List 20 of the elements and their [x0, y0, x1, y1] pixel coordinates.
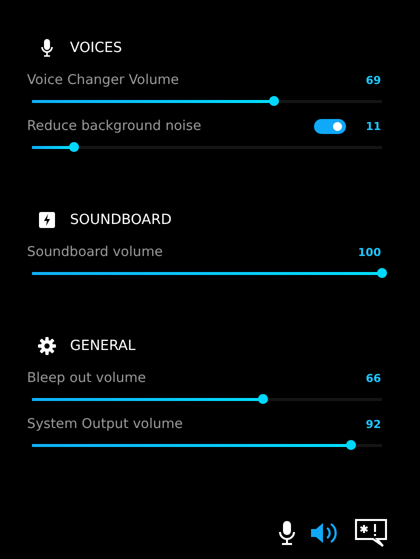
lightning-icon: [39, 212, 55, 228]
value-readout: 11: [366, 120, 381, 132]
toggle-switch[interactable]: [314, 118, 346, 134]
setting-label: Voice Changer Volume: [27, 72, 180, 88]
section-title: SOUNDBOARD: [70, 212, 172, 228]
setting-label: System Output volume: [27, 416, 184, 432]
value-readout: 92: [366, 418, 381, 430]
microphone-icon[interactable]: [279, 521, 295, 545]
microphone-icon: [41, 39, 53, 57]
section-title: VOICES: [70, 40, 122, 56]
censor-bubble-icon[interactable]: [355, 519, 387, 547]
value-readout: 100: [358, 246, 381, 258]
setting-label: Reduce background noise: [27, 118, 202, 134]
value-readout: 66: [366, 372, 381, 384]
section-title: GENERAL: [70, 338, 136, 354]
settings-icon: [38, 337, 56, 355]
value-readout: 69: [366, 74, 381, 86]
setting-label: Bleep out volume: [27, 370, 147, 386]
setting-label: Soundboard volume: [27, 244, 164, 260]
speaker-icon[interactable]: [311, 521, 339, 545]
